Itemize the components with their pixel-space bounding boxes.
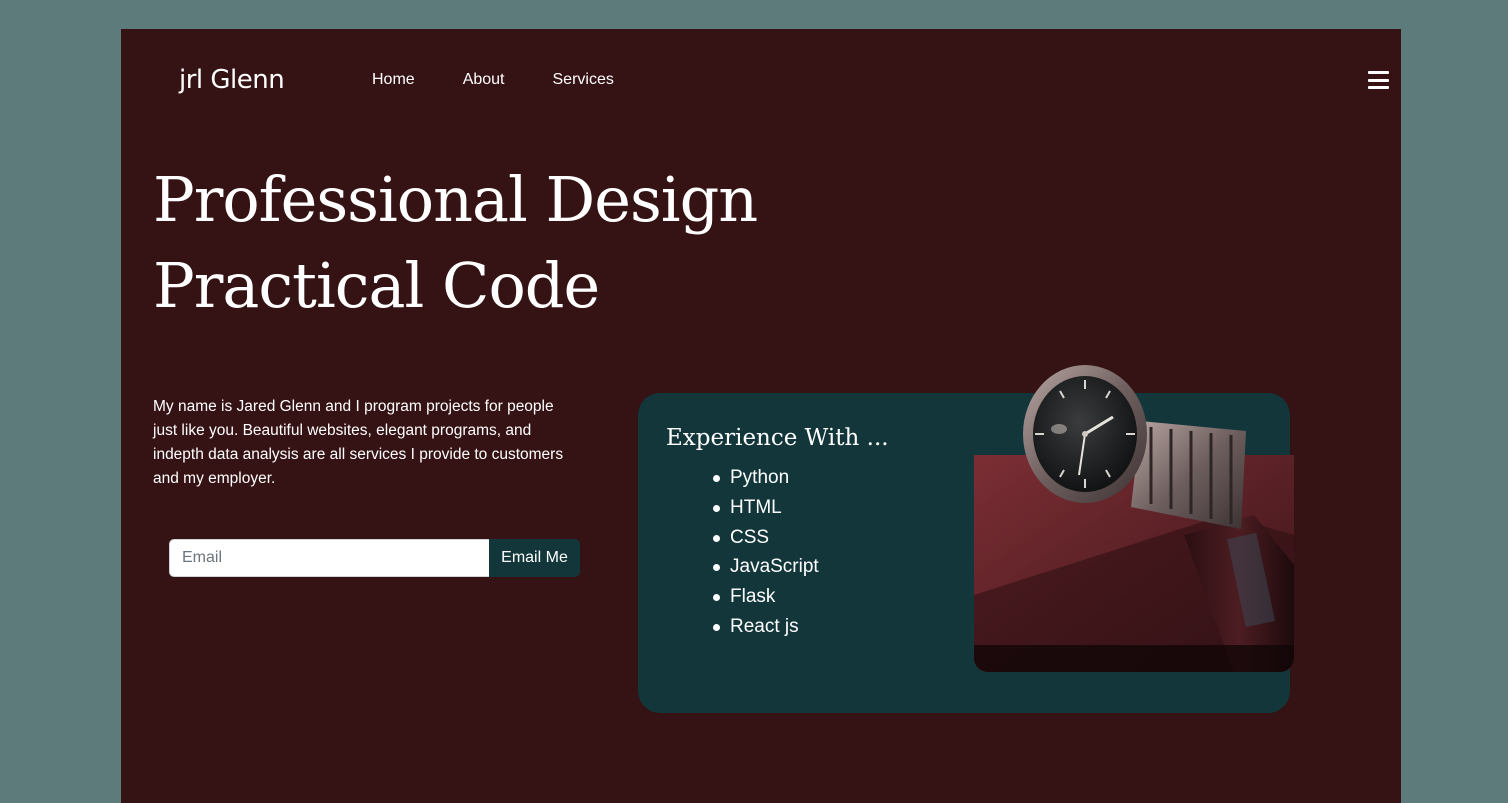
email-me-button[interactable]: Email Me: [489, 539, 580, 577]
experience-item: Python: [713, 463, 819, 493]
nav-link-services[interactable]: Services: [553, 71, 614, 89]
intro-text: My name is Jared Glenn and I program pro…: [153, 398, 564, 487]
experience-title: Experience With ...: [666, 425, 889, 451]
page-container: jrl Glenn Home About Services Profession…: [121, 29, 1401, 803]
watch-on-book-image: [974, 455, 1294, 672]
experience-item: HTML: [713, 493, 819, 523]
hamburger-menu-icon[interactable]: [1368, 71, 1389, 89]
experience-item: CSS: [713, 523, 819, 553]
book-illustration: [974, 455, 1294, 672]
hero-title: Professional Design Practical Code: [153, 157, 758, 329]
hero-title-line-1: Professional Design: [153, 163, 758, 236]
site-logo[interactable]: jrl Glenn: [179, 65, 285, 95]
experience-item: JavaScript: [713, 552, 819, 582]
hero-title-line-2: Practical Code: [153, 249, 600, 322]
nav-link-home[interactable]: Home: [372, 71, 415, 89]
experience-item: Flask: [713, 582, 819, 612]
main-nav: Home About Services: [372, 71, 662, 89]
email-input[interactable]: [169, 539, 489, 577]
experience-list: Python HTML CSS JavaScript Flask React j…: [713, 463, 819, 642]
nav-link-about[interactable]: About: [463, 71, 505, 89]
experience-item: React js: [713, 612, 819, 642]
email-signup-form: Email Me: [169, 539, 580, 577]
